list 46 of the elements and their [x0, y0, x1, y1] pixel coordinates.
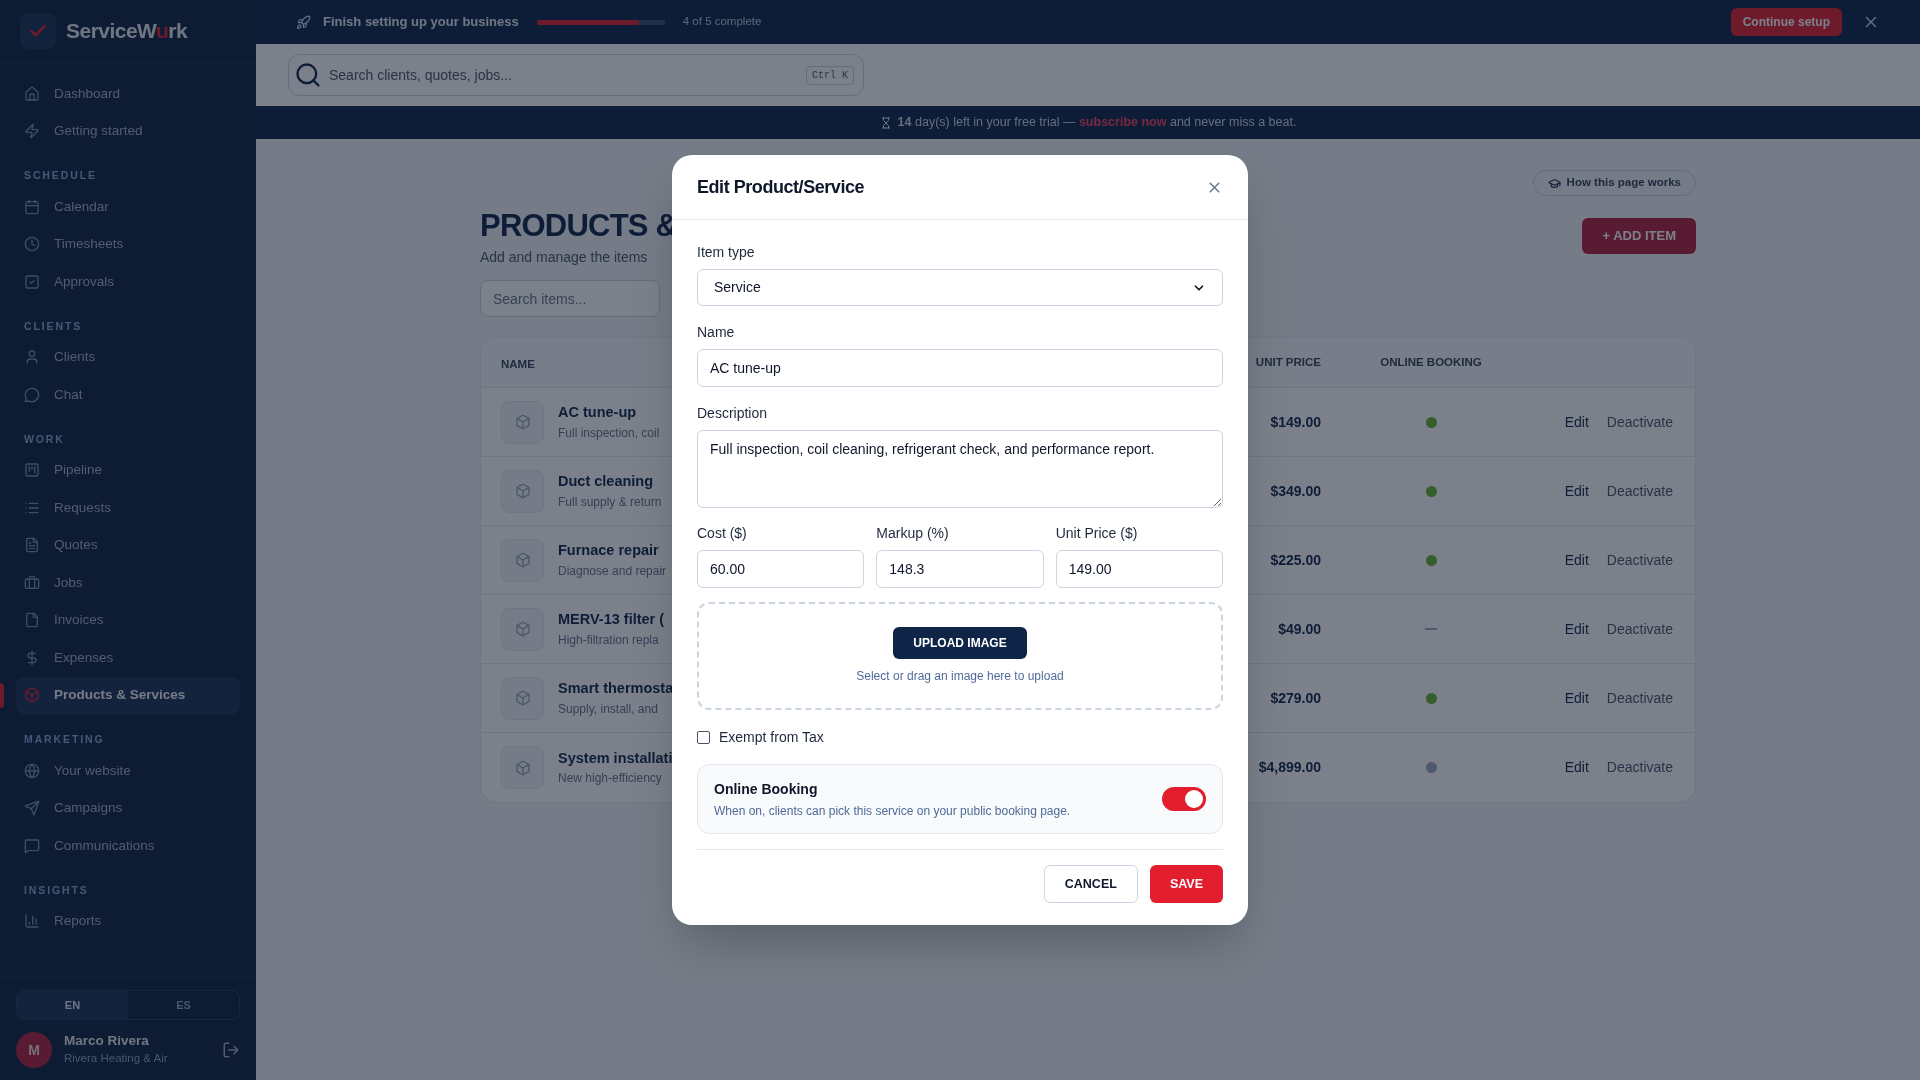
- booking-description: When on, clients can pick this service on your public booking page.: [714, 802, 1071, 820]
- section-heading: SCHEDULE: [24, 169, 97, 181]
- unit-price: $279.00: [1269, 688, 1321, 708]
- user-name: Marco Rivera: [64, 1032, 150, 1050]
- item-name: AC tune-up: [558, 403, 638, 423]
- item-name: Duct cleaning: [558, 472, 655, 492]
- unit-price: $149.00: [1269, 412, 1321, 432]
- section-heading: INSIGHTS: [24, 883, 89, 896]
- item-description: High-filtration repla: [558, 631, 660, 649]
- field-label: Description: [697, 404, 769, 423]
- field-label: Item type: [697, 243, 756, 262]
- checkbox-label: Exempt from Tax: [719, 728, 824, 747]
- shortcut-key: Ctrl K: [806, 66, 854, 85]
- column-header: UNIT PRICE: [1254, 354, 1321, 370]
- section-heading: WORK: [24, 432, 65, 445]
- column-header: ONLINE BOOKING: [1379, 354, 1483, 370]
- field-label: Name: [697, 323, 736, 342]
- item-name: MERV-13 filter (: [558, 610, 665, 630]
- page-subtitle: Add and manage the items: [480, 248, 649, 267]
- item-description: Full supply & return: [558, 493, 662, 511]
- setup-title: Finish setting up your business: [323, 13, 519, 32]
- item-description: Diagnose and repair: [558, 562, 667, 580]
- item-name: System installati: [558, 748, 673, 768]
- unit-price: $349.00: [1269, 481, 1321, 501]
- avatar: M: [16, 1032, 52, 1068]
- unit-price: $49.00: [1277, 619, 1321, 639]
- booking-title: Online Booking: [714, 779, 819, 799]
- field-label: Markup (%): [876, 524, 950, 543]
- item-name: Furnace repair: [558, 541, 660, 561]
- item-description: New high-efficiency: [558, 770, 663, 788]
- trial-message: 14 day(s) left in your free trial — subscribe now and never miss a beat.: [897, 114, 1297, 132]
- item-description: Full inspection, coil: [558, 424, 660, 442]
- progress-text: 4 of 5 complete: [682, 14, 762, 30]
- column-header: NAME: [501, 357, 535, 370]
- dialog-title: Edit Product/Service: [697, 175, 865, 199]
- unit-price: $4,899.00: [1257, 758, 1321, 777]
- unit-price: $225.00: [1269, 550, 1321, 570]
- item-description: Supply, install, and: [558, 700, 659, 718]
- section-heading: MARKETING: [24, 733, 105, 745]
- field-label: Cost ($): [697, 524, 748, 543]
- upload-hint: Select or drag an image here to upload: [856, 668, 1064, 685]
- field-label: Unit Price ($): [1055, 524, 1139, 543]
- item-name: Smart thermosta: [558, 679, 674, 699]
- section-heading: CLIENTS: [24, 319, 83, 332]
- brand-name: ServiceWurk: [66, 18, 188, 45]
- user-company: Rivera Heating & Air: [64, 1050, 169, 1066]
